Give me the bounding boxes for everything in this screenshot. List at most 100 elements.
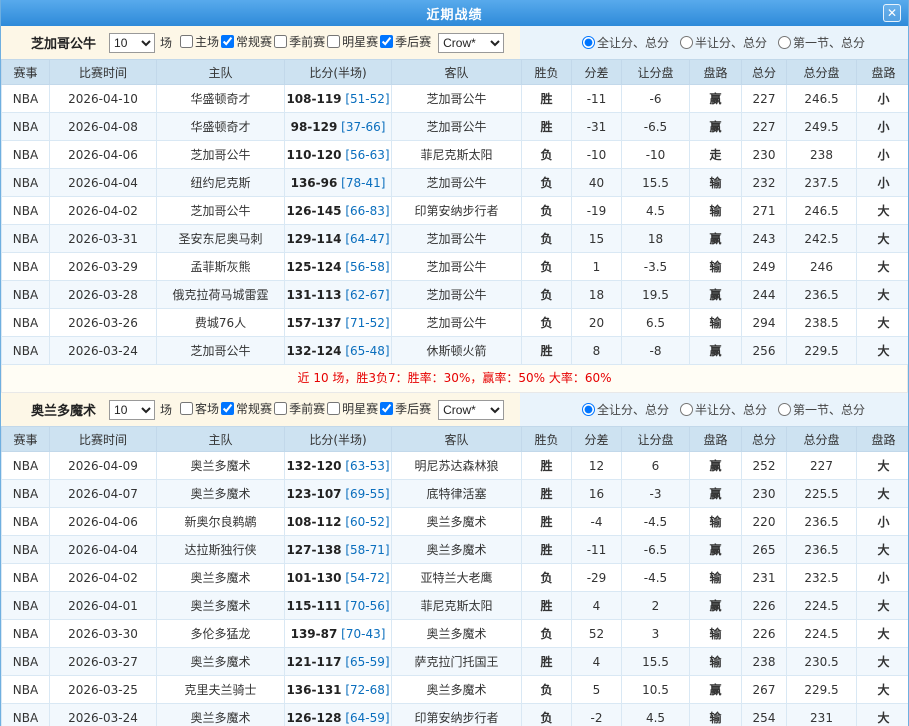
column-header: 客队 bbox=[392, 60, 522, 85]
date-cell: 2026-04-09 bbox=[50, 452, 157, 480]
date-cell: 2026-03-27 bbox=[50, 648, 157, 676]
total-line-cell: 236.5 bbox=[787, 536, 857, 564]
game-row: NBA2026-03-24奥兰多魔术126-128 [64-59]印第安纳步行者… bbox=[2, 704, 909, 726]
radio-input[interactable] bbox=[680, 36, 693, 49]
game-row: NBA2026-03-31圣安东尼奥马刺129-114 [64-47]芝加哥公牛… bbox=[2, 225, 909, 253]
score-cell: 108-119 [51-52] bbox=[285, 85, 392, 113]
half-score: [72-68] bbox=[342, 683, 390, 697]
radio-input[interactable] bbox=[582, 36, 595, 49]
scope-radio[interactable]: 第一节、总分 bbox=[778, 34, 865, 51]
home-team-cell: 圣安东尼奥马刺 bbox=[157, 225, 285, 253]
filter-checkbox[interactable]: 常规赛 bbox=[221, 400, 272, 417]
half-score: [66-83] bbox=[342, 204, 390, 218]
filter-checkbox[interactable]: 季前赛 bbox=[274, 33, 325, 50]
total-line-cell: 225.5 bbox=[787, 480, 857, 508]
half-score: [60-52] bbox=[342, 515, 390, 529]
half-score: [62-67] bbox=[342, 288, 390, 302]
away-team-cell: 奥兰多魔术 bbox=[392, 676, 522, 704]
filter-checkbox[interactable]: 主场 bbox=[180, 33, 219, 50]
scope-radio[interactable]: 半让分、总分 bbox=[680, 34, 767, 51]
ou-cell: 小 bbox=[857, 169, 909, 197]
home-team-cell: 华盛顿奇才 bbox=[157, 85, 285, 113]
scope-radio[interactable]: 第一节、总分 bbox=[778, 401, 865, 418]
filter-checkbox[interactable]: 常规赛 bbox=[221, 33, 272, 50]
radio-input[interactable] bbox=[582, 403, 595, 416]
total-cell: 227 bbox=[742, 113, 787, 141]
filter-bar: 芝加哥公牛 10 场 主场常规赛季前赛明星赛季后赛 Crow* 全让分、总分半让… bbox=[1, 26, 908, 59]
filter-checkbox[interactable]: 明星赛 bbox=[327, 33, 378, 50]
column-header: 主队 bbox=[157, 60, 285, 85]
total-cell: 294 bbox=[742, 309, 787, 337]
scope-radio[interactable]: 全让分、总分 bbox=[582, 34, 669, 51]
league-cell: NBA bbox=[2, 620, 50, 648]
checkbox-input[interactable] bbox=[221, 35, 234, 48]
checkbox-input[interactable] bbox=[380, 35, 393, 48]
score-cell: 108-112 [60-52] bbox=[285, 508, 392, 536]
home-team-cell: 克里夫兰骑士 bbox=[157, 676, 285, 704]
half-score: [65-59] bbox=[342, 655, 390, 669]
ou-cell: 大 bbox=[857, 704, 909, 726]
column-header: 赛事 bbox=[2, 427, 50, 452]
column-header: 比分(半场) bbox=[285, 427, 392, 452]
date-cell: 2026-04-02 bbox=[50, 564, 157, 592]
away-team-cell: 奥兰多魔术 bbox=[392, 620, 522, 648]
result-cell: 负 bbox=[522, 141, 572, 169]
score-cell: 115-111 [70-56] bbox=[285, 592, 392, 620]
scope-radio[interactable]: 半让分、总分 bbox=[680, 401, 767, 418]
handicap-result-cell: 赢 bbox=[690, 281, 742, 309]
date-cell: 2026-04-01 bbox=[50, 592, 157, 620]
away-team-cell: 亚特兰大老鹰 bbox=[392, 564, 522, 592]
column-header: 主队 bbox=[157, 427, 285, 452]
league-cell: NBA bbox=[2, 480, 50, 508]
half-score: [64-59] bbox=[342, 711, 390, 725]
away-team-cell: 芝加哥公牛 bbox=[392, 169, 522, 197]
league-cell: NBA bbox=[2, 564, 50, 592]
checkbox-input[interactable] bbox=[180, 35, 193, 48]
close-icon[interactable]: ✕ bbox=[883, 4, 901, 22]
filter-checkbox[interactable]: 客场 bbox=[180, 400, 219, 417]
handicap-cell: 18 bbox=[622, 225, 690, 253]
home-team-cell: 奥兰多魔术 bbox=[157, 592, 285, 620]
handicap-result-cell: 输 bbox=[690, 620, 742, 648]
modal-title: 近期战绩 bbox=[426, 4, 482, 23]
score-cell: 110-120 [56-63] bbox=[285, 141, 392, 169]
checkbox-input[interactable] bbox=[180, 402, 193, 415]
checkbox-input[interactable] bbox=[274, 35, 287, 48]
total-cell: 232 bbox=[742, 169, 787, 197]
game-row: NBA2026-04-10华盛顿奇才108-119 [51-52]芝加哥公牛胜-… bbox=[2, 85, 909, 113]
home-team-cell: 芝加哥公牛 bbox=[157, 141, 285, 169]
odds-source-select[interactable]: Crow* bbox=[438, 33, 504, 53]
scope-radio[interactable]: 全让分、总分 bbox=[582, 401, 669, 418]
date-cell: 2026-04-06 bbox=[50, 508, 157, 536]
total-cell: 252 bbox=[742, 452, 787, 480]
date-cell: 2026-04-10 bbox=[50, 85, 157, 113]
diff-cell: -10 bbox=[572, 141, 622, 169]
radio-input[interactable] bbox=[680, 403, 693, 416]
column-header: 让分盘 bbox=[622, 427, 690, 452]
checkbox-input[interactable] bbox=[274, 402, 287, 415]
games-count-select[interactable]: 10 bbox=[109, 400, 155, 420]
date-cell: 2026-03-29 bbox=[50, 253, 157, 281]
filter-checkbox[interactable]: 季后赛 bbox=[380, 33, 431, 50]
total-line-cell: 224.5 bbox=[787, 592, 857, 620]
diff-cell: 18 bbox=[572, 281, 622, 309]
filter-checkbox[interactable]: 季后赛 bbox=[380, 400, 431, 417]
radio-input[interactable] bbox=[778, 403, 791, 416]
odds-source-select[interactable]: Crow* bbox=[438, 400, 504, 420]
total-line-cell: 227 bbox=[787, 452, 857, 480]
checkbox-input[interactable] bbox=[327, 402, 340, 415]
score-cell: 139-87 [70-43] bbox=[285, 620, 392, 648]
checkbox-input[interactable] bbox=[327, 35, 340, 48]
away-team-cell: 奥兰多魔术 bbox=[392, 508, 522, 536]
handicap-result-cell: 赢 bbox=[690, 85, 742, 113]
handicap-cell: -6.5 bbox=[622, 536, 690, 564]
radio-input[interactable] bbox=[778, 36, 791, 49]
filter-checkbox[interactable]: 季前赛 bbox=[274, 400, 325, 417]
handicap-cell: -3 bbox=[622, 480, 690, 508]
checkbox-input[interactable] bbox=[221, 402, 234, 415]
games-table: 赛事比赛时间主队比分(半场)客队胜负分差让分盘盘路总分总分盘盘路 NBA2026… bbox=[1, 59, 909, 365]
filter-checkbox[interactable]: 明星赛 bbox=[327, 400, 378, 417]
checkbox-input[interactable] bbox=[380, 402, 393, 415]
handicap-cell: -6.5 bbox=[622, 113, 690, 141]
games-count-select[interactable]: 10 bbox=[109, 33, 155, 53]
